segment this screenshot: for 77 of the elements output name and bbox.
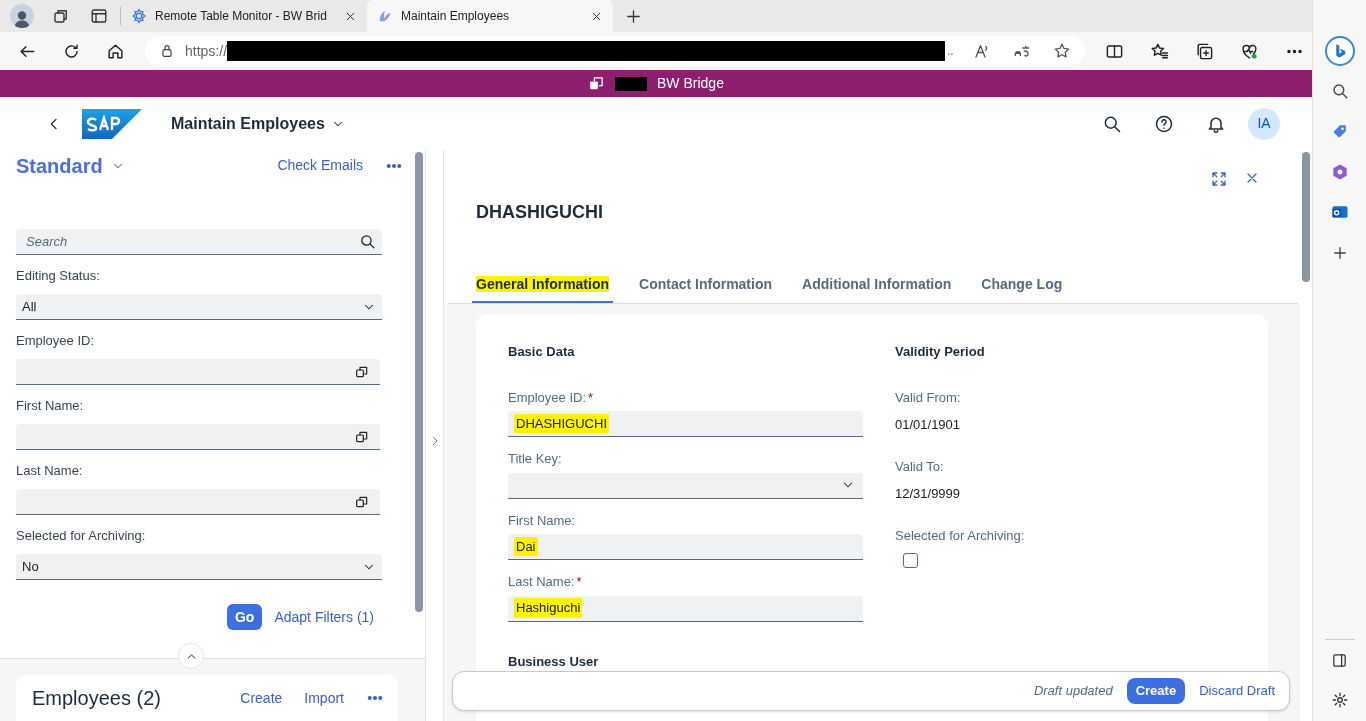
tab[interactable]: Contact Information	[635, 274, 777, 303]
section-title: Business User	[508, 652, 599, 671]
field-label: Selected for Archiving:	[895, 526, 1025, 545]
discard-draft-button[interactable]: Discard Draft	[1199, 681, 1275, 701]
banner-title: BW Bridge	[657, 74, 724, 93]
input-field[interactable]	[16, 489, 380, 515]
adapt-filters-button[interactable]: Adapt Filters (1)	[274, 606, 374, 628]
list-title: Employees (2)	[32, 686, 162, 711]
help-icon[interactable]	[1154, 113, 1174, 134]
field-label: Editing Status:	[16, 268, 101, 284]
favorites-icon[interactable]	[1150, 41, 1169, 61]
address-bar[interactable]: https:// ..	[145, 36, 1085, 66]
field-label: Valid To:	[895, 457, 944, 476]
scrollbar-thumb[interactable]	[415, 152, 423, 612]
lock-icon	[159, 43, 175, 59]
object-title: DHASHIGUCHI	[476, 201, 603, 224]
checkbox[interactable]	[903, 553, 918, 568]
input-field[interactable]: DHASHIGUCHI	[508, 411, 863, 437]
field-label: Employee ID:	[16, 333, 96, 349]
field-label: Valid From:	[895, 388, 961, 407]
search-icon[interactable]	[359, 233, 376, 250]
create-button[interactable]: Create	[1126, 678, 1186, 704]
toolbar-button[interactable]: Import	[304, 687, 344, 709]
tab[interactable]: Additional Information	[798, 274, 956, 303]
logo-icon[interactable]	[82, 108, 142, 139]
go-button[interactable]: Go	[226, 604, 263, 630]
required-mark: *	[588, 389, 594, 405]
fullscreen-icon[interactable]	[1210, 170, 1228, 188]
gear-icon	[131, 8, 147, 24]
search-field[interactable]: Search	[16, 229, 382, 255]
field-label: Employee ID:*	[508, 388, 594, 407]
browser-tab[interactable]: Remote Table Monitor - BW Brid	[121, 0, 367, 32]
field-label: Title Key:	[508, 450, 562, 468]
tab-title: Maintain Employees	[401, 8, 511, 25]
collections-icon[interactable]	[1195, 41, 1214, 61]
required-mark: *	[576, 574, 582, 589]
input-field[interactable]	[16, 359, 380, 385]
input-field[interactable]: Hashiguchi	[508, 595, 863, 622]
field-label: Selected for Archiving:	[16, 528, 147, 544]
new-tab-icon[interactable]	[625, 7, 642, 25]
toolbar-button[interactable]: Create	[240, 687, 283, 709]
scrollbar-thumb[interactable]	[1302, 152, 1310, 282]
home-icon[interactable]	[106, 41, 125, 61]
copilot-icon[interactable]	[1324, 36, 1355, 66]
url-text: https://	[185, 41, 228, 61]
copy-squares-icon	[588, 75, 606, 92]
section-title: Validity Period	[895, 343, 985, 361]
user-avatar[interactable]: IA	[1248, 107, 1280, 140]
dropdown-field[interactable]: No	[16, 554, 382, 580]
dropdown-field[interactable]	[508, 472, 863, 499]
field-value: 01/01/1901	[895, 416, 961, 434]
tab-actions-icon[interactable]	[90, 7, 108, 25]
input-field[interactable]: Dai	[508, 534, 863, 560]
section-title: Basic Data	[508, 343, 575, 361]
app-title[interactable]: Maintain Employees	[171, 111, 325, 136]
field-label: First Name:	[508, 511, 576, 530]
url-ellipsis: ..	[947, 43, 954, 60]
field-label: First Name:	[16, 398, 85, 414]
field-label: Last Name:	[16, 463, 84, 479]
favorite-star-icon[interactable]	[1053, 42, 1071, 60]
variant-title[interactable]: Standard	[16, 150, 103, 181]
profile-avatar-icon[interactable]	[10, 4, 34, 28]
field-value: 12/31/9999	[895, 485, 961, 503]
search-icon[interactable]	[1330, 82, 1349, 100]
field-label: Last Name:*	[508, 573, 582, 591]
sidebar-panel-icon[interactable]	[1331, 652, 1348, 669]
browser-tab[interactable]: Maintain Employees	[367, 0, 613, 32]
check-emails-button[interactable]: Check Emails	[277, 155, 363, 176]
dropdown-field[interactable]: All	[16, 294, 382, 320]
tab-title: Remote Table Monitor - BW Brid	[155, 8, 328, 25]
input-field[interactable]	[16, 424, 380, 450]
draft-status: Draft updated	[1033, 682, 1113, 701]
redaction-bar	[615, 76, 648, 91]
petals-icon	[377, 8, 393, 24]
settings-icon[interactable]	[1330, 691, 1349, 709]
tab[interactable]: Change Log	[977, 274, 1067, 303]
workspaces-icon[interactable]	[52, 7, 70, 25]
